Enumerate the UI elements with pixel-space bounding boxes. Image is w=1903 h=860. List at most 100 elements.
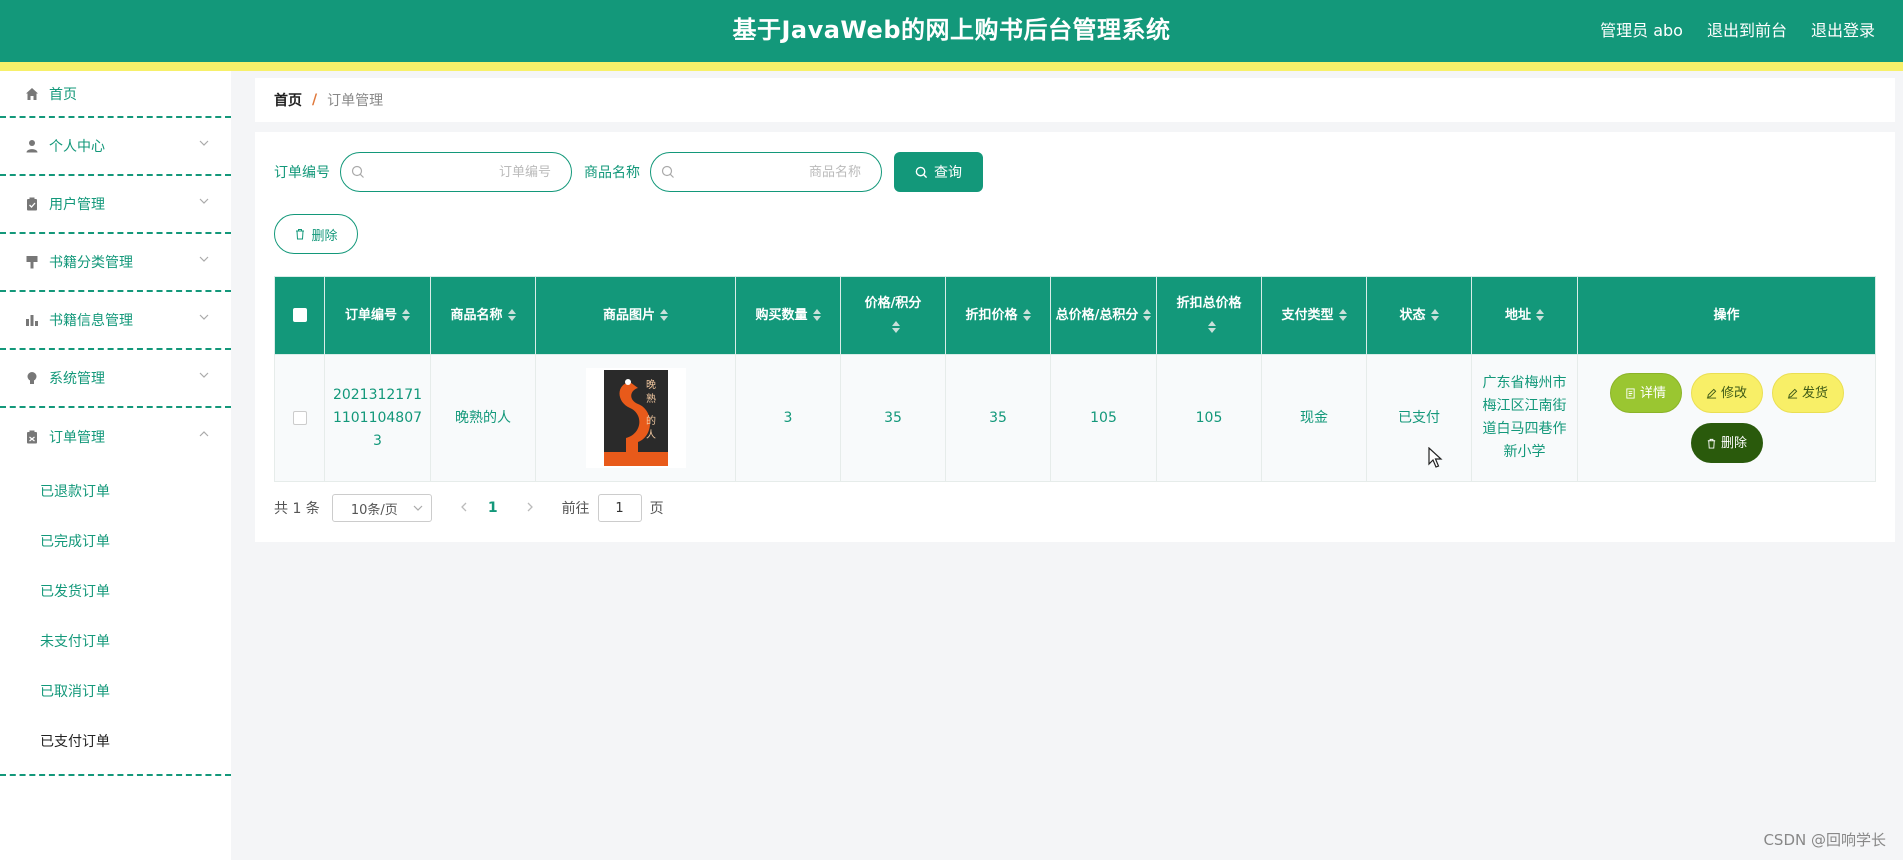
detail-button[interactable]: 详情 bbox=[1609, 373, 1682, 413]
query-button[interactable]: 查询 bbox=[894, 152, 983, 192]
sidebar-subitem-paid[interactable]: 已支付订单 bbox=[0, 716, 231, 766]
column-header[interactable]: 状态 bbox=[1366, 276, 1472, 355]
search-icon bbox=[661, 165, 674, 178]
select-all-checkbox[interactable] bbox=[292, 308, 307, 322]
product-name-cell: 晚熟的人 bbox=[430, 354, 536, 482]
address-cell: 广东省梅州市 梅江区江南街 道白马四巷作 新小学 bbox=[1471, 354, 1578, 482]
sort-icon bbox=[1536, 309, 1544, 321]
total-price-cell: 105 bbox=[1050, 354, 1157, 482]
sidebar-item-orders[interactable]: 订单管理 bbox=[0, 408, 231, 466]
goto-label: 前往 bbox=[561, 501, 590, 517]
column-header[interactable]: 总价格/总积分 bbox=[1050, 276, 1157, 355]
sidebar-subitem-shipped[interactable]: 已发货订单 bbox=[0, 566, 231, 616]
sidebar-item-system[interactable]: 系统管理 bbox=[0, 350, 231, 408]
book-cover-image[interactable]: 晚 熟 的 人 bbox=[585, 368, 686, 468]
brush-icon bbox=[24, 254, 40, 270]
chevron-right-icon bbox=[527, 502, 533, 512]
select-all-cell bbox=[274, 276, 325, 355]
row-delete-button[interactable]: 删除 bbox=[1690, 423, 1763, 463]
actions-cell: 详情 修改 发货 删除 bbox=[1577, 354, 1876, 482]
next-page-button[interactable] bbox=[526, 500, 534, 516]
page-size-select[interactable]: 10条/页 bbox=[331, 494, 432, 522]
column-header[interactable]: 订单编号 bbox=[324, 276, 431, 355]
exit-to-front-link[interactable]: 退出到前台 bbox=[1707, 17, 1787, 41]
product-image-cell: 晚 熟 的 人 bbox=[535, 354, 736, 482]
pagination: 共 1 条 10条/页 1 前往 页 bbox=[274, 494, 664, 522]
chevron-down-icon bbox=[199, 369, 209, 383]
header-links: 管理员 abo 退出到前台 退出登录 bbox=[1600, 17, 1875, 41]
column-header[interactable]: 支付类型 bbox=[1261, 276, 1367, 355]
watermark: CSDN @回响学长 bbox=[1763, 831, 1886, 849]
batch-delete-button[interactable]: 删除 bbox=[274, 214, 358, 254]
sidebar-subitem-unpaid[interactable]: 未支付订单 bbox=[0, 616, 231, 666]
sidebar-subitem-refunded[interactable]: 已退款订单 bbox=[0, 466, 231, 516]
admin-label[interactable]: 管理员 abo bbox=[1600, 17, 1683, 41]
sort-icon bbox=[660, 309, 668, 321]
order-no-input[interactable] bbox=[341, 153, 571, 191]
column-header[interactable]: 商品名称 bbox=[430, 276, 536, 355]
chevron-down-icon bbox=[199, 195, 209, 209]
document-icon bbox=[1626, 387, 1635, 399]
search-icon bbox=[351, 165, 364, 178]
svg-text:熟: 熟 bbox=[646, 392, 656, 405]
pencil-icon bbox=[1787, 388, 1798, 399]
sidebar-item-book-info[interactable]: 书籍信息管理 bbox=[0, 292, 231, 350]
column-header: 操作 bbox=[1577, 276, 1876, 355]
top-header: 基于JavaWeb的网上购书后台管理系统 管理员 abo 退出到前台 退出登录 bbox=[0, 0, 1903, 62]
sidebar-item-book-category[interactable]: 书籍分类管理 bbox=[0, 234, 231, 292]
discount-total-cell: 105 bbox=[1156, 354, 1262, 482]
column-header[interactable]: 折扣总价格 bbox=[1156, 276, 1262, 355]
user-icon bbox=[24, 138, 40, 154]
table-row: 2021312171 1101104807 3 晚熟的人 晚 熟 的 人 3 3… bbox=[274, 354, 1876, 482]
ship-button[interactable]: 发货 bbox=[1771, 373, 1844, 413]
batch-delete-label: 删除 bbox=[311, 227, 338, 243]
sidebar-item-label: 用户管理 bbox=[49, 197, 105, 213]
sidebar-item-label: 个人中心 bbox=[49, 139, 105, 155]
sort-icon bbox=[507, 309, 516, 321]
order-no-search-field bbox=[340, 152, 572, 192]
clipboard-icon bbox=[24, 196, 40, 212]
row-checkbox[interactable] bbox=[292, 410, 307, 425]
quantity-cell: 3 bbox=[735, 354, 841, 482]
logout-link[interactable]: 退出登录 bbox=[1811, 17, 1875, 41]
sidebar-item-users[interactable]: 用户管理 bbox=[0, 176, 231, 234]
discount-price-cell: 35 bbox=[945, 354, 1051, 482]
column-header[interactable]: 折扣价格 bbox=[945, 276, 1051, 355]
column-header[interactable]: 商品图片 bbox=[535, 276, 736, 355]
edit-button[interactable]: 修改 bbox=[1690, 373, 1763, 413]
trash-icon bbox=[1707, 438, 1716, 449]
orders-table: 订单编号 商品名称 商品图片 购买数量 价格/积分 折扣价格 总价格/总积分 折… bbox=[274, 276, 1876, 482]
page-number[interactable]: 1 bbox=[488, 500, 498, 516]
chevron-down-icon bbox=[199, 311, 209, 325]
sidebar-item-label: 首页 bbox=[49, 86, 77, 103]
sidebar-item-personal[interactable]: 个人中心 bbox=[0, 118, 231, 176]
sort-icon bbox=[1430, 309, 1439, 321]
prev-page-button[interactable] bbox=[460, 500, 468, 516]
column-header[interactable]: 地址 bbox=[1471, 276, 1578, 355]
row-actions: 详情 修改 发货 删除 bbox=[1607, 373, 1847, 463]
page-suffix: 页 bbox=[649, 501, 664, 517]
breadcrumb-home[interactable]: 首页 bbox=[274, 90, 302, 110]
chevron-left-icon bbox=[460, 502, 467, 512]
breadcrumb-current: 订单管理 bbox=[327, 93, 384, 109]
sidebar-subitem-cancelled[interactable]: 已取消订单 bbox=[0, 666, 231, 716]
column-header[interactable]: 价格/积分 bbox=[840, 276, 946, 355]
sidebar: 首页 个人中心 用户管理 书籍分类管理 书籍信息管理 系统管理 订单管理 已退款… bbox=[0, 71, 231, 860]
pay-type-cell: 现金 bbox=[1261, 354, 1367, 482]
sidebar-item-home[interactable]: 首页 bbox=[0, 71, 231, 118]
column-header[interactable]: 购买数量 bbox=[735, 276, 841, 355]
order-no-cell: 2021312171 1101104807 3 bbox=[324, 354, 431, 482]
search-row: 订单编号 商品名称 查询 bbox=[274, 152, 983, 192]
sidebar-subitem-completed[interactable]: 已完成订单 bbox=[0, 516, 231, 566]
product-name-input[interactable] bbox=[651, 153, 881, 191]
order-no-label: 订单编号 bbox=[274, 165, 330, 181]
trash-icon bbox=[296, 229, 305, 240]
sort-icon bbox=[1207, 321, 1216, 333]
chevron-down-icon bbox=[199, 137, 209, 151]
sidebar-item-label: 订单管理 bbox=[49, 430, 105, 446]
goto-page-input[interactable] bbox=[597, 494, 642, 522]
product-name-label: 商品名称 bbox=[584, 165, 640, 181]
search-icon bbox=[915, 166, 928, 178]
sidebar-item-label: 系统管理 bbox=[49, 371, 105, 387]
sort-icon bbox=[812, 309, 821, 321]
